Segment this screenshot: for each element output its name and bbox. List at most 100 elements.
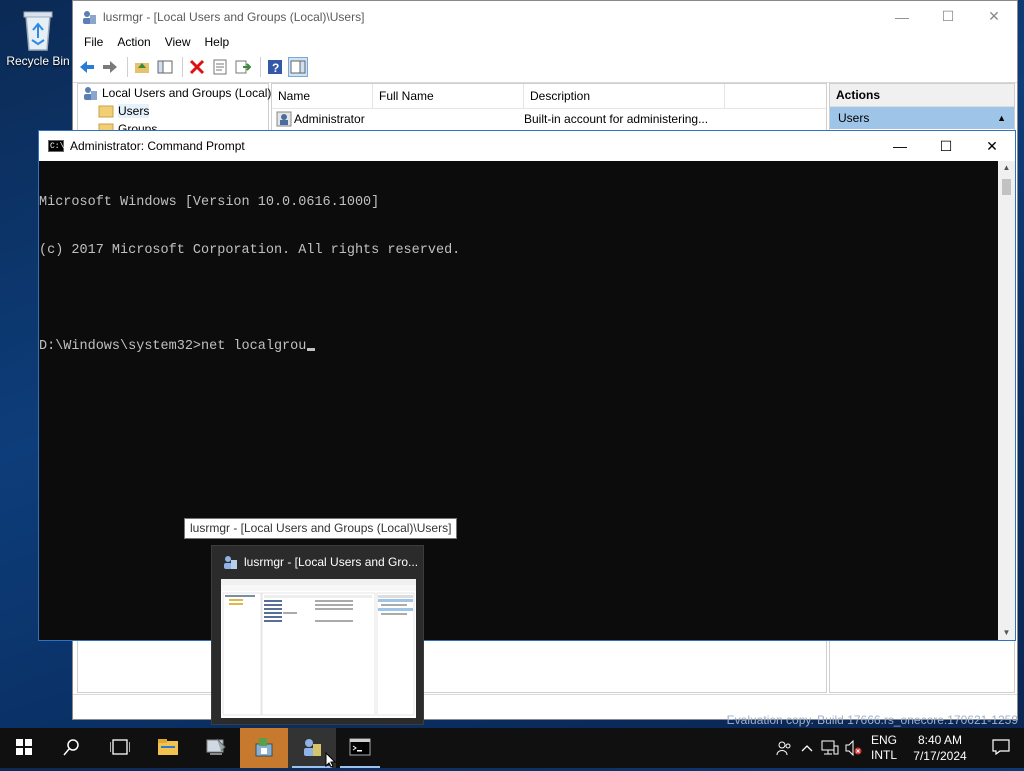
lang-top: ENG (870, 733, 897, 747)
users-app-icon (222, 554, 238, 570)
network-icon[interactable] (818, 728, 842, 768)
console-line: Microsoft Windows [Version 10.0.0616.100… (39, 195, 380, 210)
taskbar-command-prompt[interactable] (336, 728, 384, 768)
clock-time: 8:40 AM (917, 733, 963, 747)
file-explorer-icon (157, 738, 179, 759)
console-line: (c) 2017 Microsoft Corporation. All righ… (39, 243, 461, 258)
scroll-up-arrow-icon[interactable]: ▲ (998, 161, 1015, 175)
toolbar: ? (73, 52, 1017, 83)
taskbar-file-explorer[interactable] (144, 728, 192, 768)
toolbar-separator (127, 57, 128, 77)
cmd-scrollbar[interactable]: ▲ ▼ (998, 161, 1015, 640)
mouse-cursor-icon (325, 751, 337, 771)
actions-section-label: Users (838, 111, 870, 125)
export-list-icon[interactable] (233, 57, 253, 77)
menu-view[interactable]: View (158, 35, 198, 49)
windows-logo-icon (16, 738, 32, 758)
minimize-button[interactable]: — (879, 1, 925, 32)
maximize-button[interactable]: ☐ (925, 1, 971, 32)
console-prompt-text: D:\Windows\system32>net localgrou (39, 339, 307, 354)
notification-icon (992, 738, 1010, 758)
list-header: Name Full Name Description (272, 84, 826, 109)
actions-header: Actions (830, 84, 1014, 107)
cmd-close-button[interactable]: ✕ (969, 131, 1015, 162)
system-tray: ENG INTL 8:40 AM 7/17/2024 (772, 728, 1024, 768)
menu-bar: File Action View Help (73, 32, 1017, 52)
svg-text:?: ? (272, 61, 279, 75)
tree-item-users-label: Users (118, 104, 150, 118)
show-hide-tree-icon[interactable] (155, 57, 175, 77)
volume-muted-icon[interactable] (842, 728, 866, 768)
column-full-name[interactable]: Full Name (373, 84, 524, 108)
installer-icon (253, 736, 275, 761)
clock[interactable]: 8:40 AM 7/17/2024 (902, 732, 978, 764)
start-button[interactable] (0, 728, 48, 768)
menu-action[interactable]: Action (110, 35, 157, 49)
tree-item-users[interactable]: Users (78, 102, 268, 120)
evaluation-watermark: Evaluation copy. Build 17666.rs_onecore.… (726, 713, 1018, 727)
close-button[interactable]: ✕ (971, 1, 1017, 32)
thumbnail-header: lusrmgr - [Local Users and Gro... (212, 546, 423, 578)
recycle-bin-icon (18, 6, 58, 52)
users-app-icon (81, 9, 97, 25)
users-app-icon (301, 736, 323, 761)
user-icon (276, 111, 292, 127)
taskbar-tooltip: lusrmgr - [Local Users and Groups (Local… (184, 518, 458, 539)
search-icon (63, 738, 81, 759)
text-cursor (307, 348, 316, 351)
taskbar: ENG INTL 8:40 AM 7/17/2024 (0, 728, 1024, 768)
scroll-down-arrow-icon[interactable]: ▼ (998, 626, 1015, 640)
folder-icon (98, 104, 114, 118)
properties-icon[interactable] (210, 57, 230, 77)
clock-date: 7/17/2024 (913, 749, 967, 763)
scrollbar-thumb[interactable] (1002, 179, 1011, 195)
cmd-minimize-button[interactable]: — (877, 131, 923, 162)
toolbar-separator (260, 57, 261, 77)
action-center-button[interactable] (978, 728, 1024, 768)
actions-section-users[interactable]: Users ▲ (830, 107, 1014, 129)
tree-root[interactable]: Local Users and Groups (Local) (78, 84, 272, 102)
column-description[interactable]: Description (524, 84, 725, 108)
toolbar-separator (182, 57, 183, 77)
command-prompt-icon (349, 738, 371, 759)
collapse-up-icon[interactable]: ▲ (997, 107, 1006, 129)
taskbar-installer-app[interactable] (240, 728, 288, 768)
column-name[interactable]: Name (272, 84, 373, 108)
delete-icon[interactable] (187, 57, 207, 77)
column-filler (725, 84, 826, 108)
up-folder-icon[interactable] (132, 57, 152, 77)
forward-arrow-icon[interactable] (100, 57, 120, 77)
tree-root-label: Local Users and Groups (Local) (102, 86, 272, 100)
cell-name: Administrator (272, 111, 372, 127)
menu-help[interactable]: Help (198, 35, 237, 49)
back-arrow-icon[interactable] (77, 57, 97, 77)
taskbar-server-manager[interactable] (192, 728, 240, 768)
search-button[interactable] (48, 728, 96, 768)
cell-name-text: Administrator (294, 112, 365, 126)
lusrmgr-titlebar[interactable]: lusrmgr - [Local Users and Groups (Local… (73, 1, 1017, 32)
task-view-icon (109, 738, 131, 758)
console-output[interactable]: Microsoft Windows [Version 10.0.0616.100… (39, 161, 999, 642)
show-hidden-icons-chevron-icon[interactable] (796, 728, 818, 768)
cmd-app-icon: C:\ (48, 140, 65, 152)
recycle-bin-desktop-icon[interactable]: Recycle Bin (4, 6, 72, 68)
people-icon[interactable] (772, 728, 796, 768)
command-prompt-window[interactable]: C:\ Administrator: Command Prompt — ☐ ✕ … (38, 130, 1016, 641)
lang-bottom: INTL (870, 748, 897, 762)
menu-file[interactable]: File (77, 35, 110, 49)
table-row[interactable]: Administrator Built-in account for admin… (272, 109, 826, 129)
help-icon[interactable]: ? (265, 57, 285, 77)
input-language-indicator[interactable]: ENG INTL (866, 733, 902, 763)
cell-description: Built-in account for administering... (524, 112, 709, 126)
action-pane-icon[interactable] (288, 57, 308, 77)
recycle-bin-label: Recycle Bin (6, 54, 70, 68)
task-view-button[interactable] (96, 728, 144, 768)
taskbar-thumbnail-preview[interactable]: lusrmgr - [Local Users and Gro... (211, 545, 424, 725)
lusrmgr-title: lusrmgr - [Local Users and Groups (Local… (103, 9, 365, 24)
cmd-maximize-button[interactable]: ☐ (923, 131, 969, 162)
server-manager-icon (205, 737, 227, 760)
thumbnail-image (221, 579, 416, 718)
cmd-titlebar[interactable]: C:\ Administrator: Command Prompt — ☐ ✕ (39, 131, 1015, 161)
console-input-line[interactable]: D:\Windows\system32>net localgrou (39, 339, 999, 355)
